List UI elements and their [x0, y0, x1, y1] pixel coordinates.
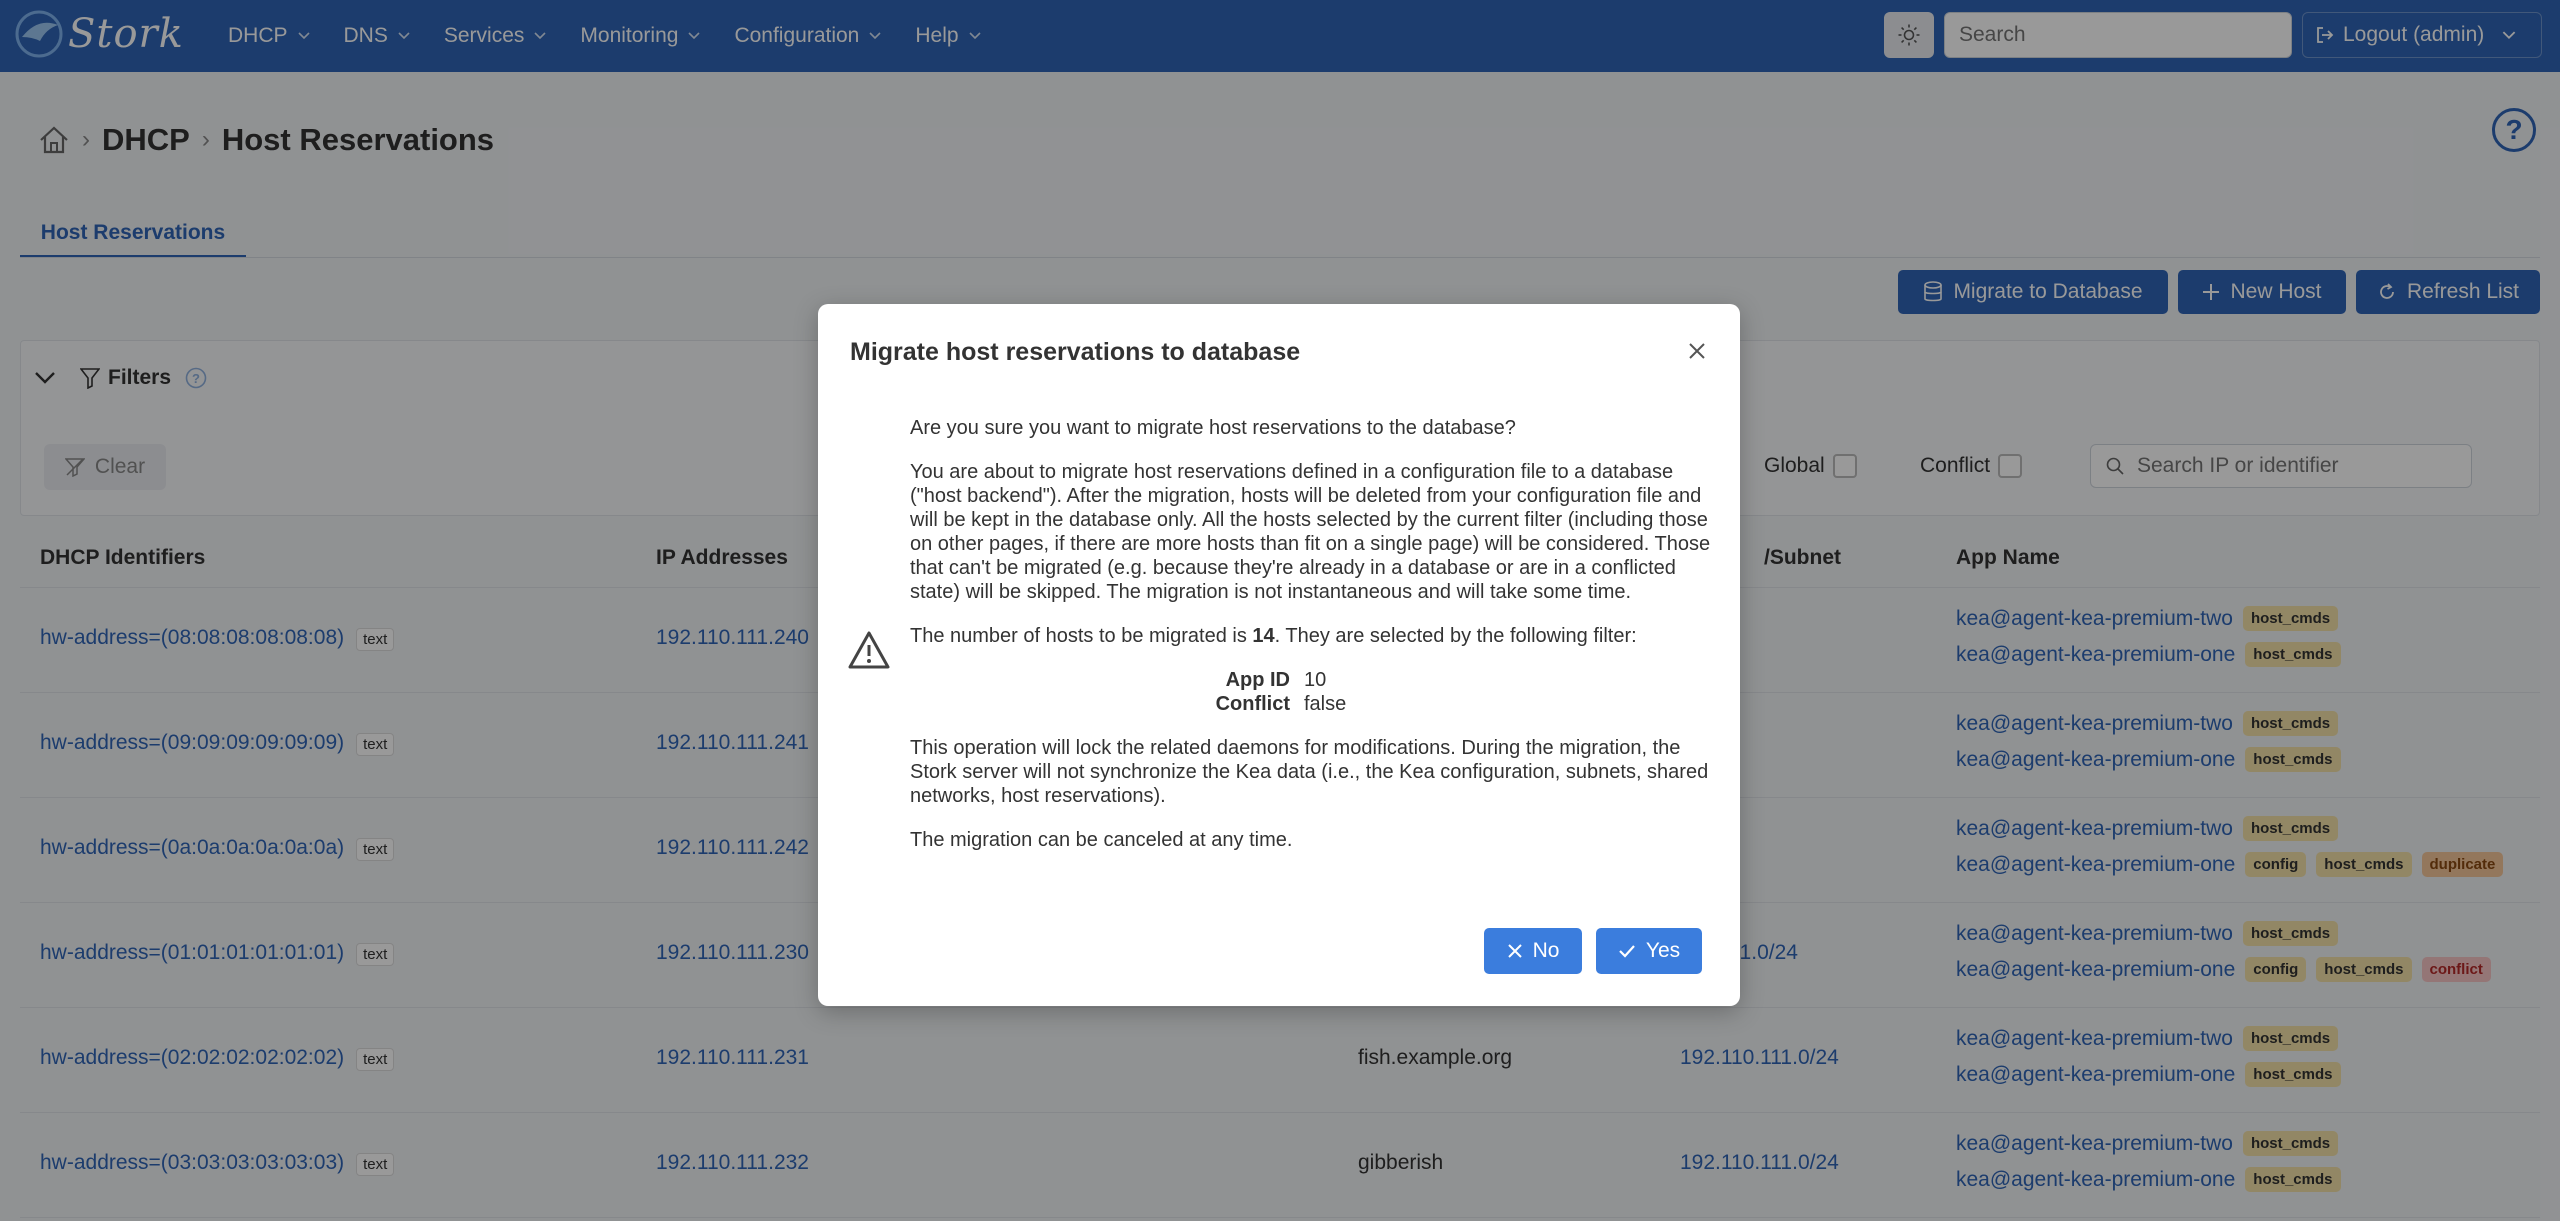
dialog-lock-note: This operation will lock the related dae…	[910, 737, 1709, 807]
yes-button[interactable]: Yes	[1596, 928, 1702, 974]
close-glyph	[1689, 343, 1705, 359]
yes-label: Yes	[1645, 939, 1681, 962]
filter-value-conflict: false	[1304, 693, 1347, 715]
no-label: No	[1532, 939, 1560, 962]
close-icon[interactable]	[1682, 336, 1712, 366]
hosts-count: 14	[1252, 625, 1275, 647]
dialog-question: Are you sure you want to migrate host re…	[910, 417, 1516, 439]
no-button[interactable]: No	[1484, 928, 1582, 974]
dialog-title: Migrate host reservations to database	[850, 338, 1301, 366]
dialog-description: You are about to migrate host reservatio…	[910, 461, 1711, 603]
filter-key-app-id: App ID	[1225, 669, 1290, 691]
dialog-count: The number of hosts to be migrated is 14…	[910, 624, 1716, 648]
close-icon	[1507, 944, 1522, 958]
dialog-body: Are you sure you want to migrate host re…	[910, 416, 1716, 872]
check-icon	[1619, 945, 1635, 958]
filter-summary: App ID 10 Conflict false	[910, 668, 1716, 716]
filter-value-app-id: 10	[1304, 669, 1327, 691]
filter-key-conflict: Conflict	[1215, 693, 1290, 715]
migrate-dialog: Migrate host reservations to database Ar…	[818, 304, 1740, 1006]
dialog-cancel-note: The migration can be canceled at any tim…	[910, 829, 1293, 851]
count-suffix: . They are selected by the following fil…	[1274, 625, 1637, 647]
warning-triangle-icon	[848, 631, 890, 669]
count-prefix: The number of hosts to be migrated is	[910, 625, 1253, 647]
